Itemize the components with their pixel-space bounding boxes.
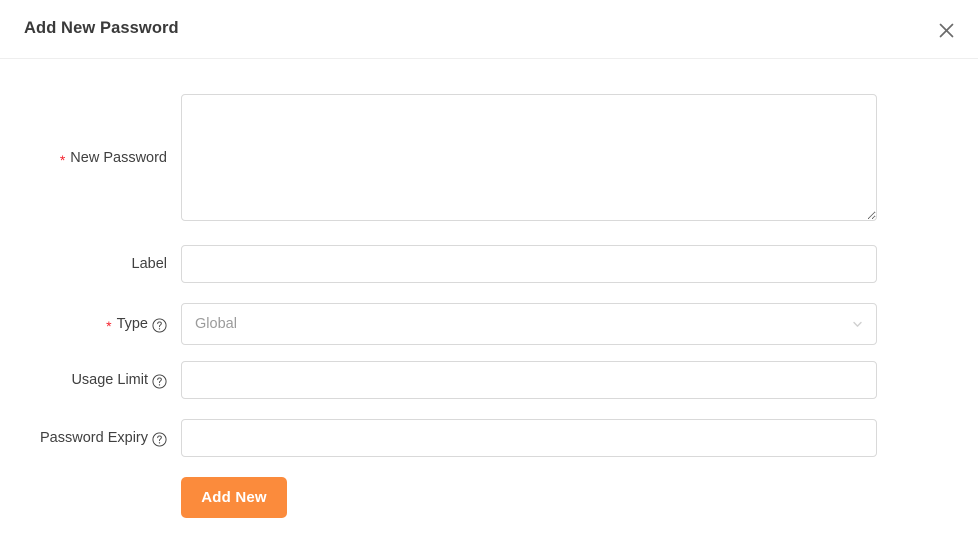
question-circle-icon[interactable] (152, 373, 167, 389)
label-input[interactable] (181, 245, 877, 283)
field-label-text: Password Expiry (40, 430, 148, 446)
field-label-text: Usage Limit (71, 372, 148, 388)
password-expiry-input[interactable] (181, 419, 877, 457)
field-control-wrap (181, 94, 877, 221)
field-label-text: Label (131, 256, 167, 272)
modal-body: * New Password Label * Type Global Usage… (0, 59, 978, 537)
field-control-wrap: Global (181, 303, 877, 345)
form-row-submit: Add New (0, 477, 978, 518)
submit-wrap: Add New (181, 477, 287, 518)
question-circle-icon[interactable] (152, 431, 167, 447)
form-row-usage-limit: Usage Limit (0, 361, 978, 399)
close-button[interactable] (932, 16, 960, 44)
page-title: Add New Password (24, 19, 179, 37)
field-control-wrap (181, 361, 877, 399)
close-icon (938, 22, 955, 39)
field-label-text: Type (116, 316, 148, 332)
field-control-wrap (181, 245, 877, 283)
field-control-wrap (181, 419, 877, 457)
usage-limit-input[interactable] (181, 361, 877, 399)
add-new-password-modal: Add New Password * New Password Label * … (0, 0, 978, 537)
field-label-password-expiry: Password Expiry (0, 419, 167, 457)
form-row-password-expiry: Password Expiry (0, 419, 978, 457)
field-label-usage-limit: Usage Limit (0, 361, 167, 399)
submit-row-spacer (0, 477, 167, 518)
type-select[interactable]: Global (181, 303, 877, 345)
form-row-label: Label (0, 245, 978, 283)
field-label-text: New Password (70, 149, 167, 166)
required-asterisk-icon: * (59, 151, 66, 168)
new-password-textarea[interactable] (181, 94, 877, 221)
form-row-new-password: * New Password (0, 94, 978, 221)
form-row-type: * Type Global (0, 303, 978, 345)
field-label-new-password: * New Password (0, 94, 167, 221)
field-label-type: * Type (0, 303, 167, 345)
add-new-button[interactable]: Add New (181, 477, 287, 518)
modal-header: Add New Password (0, 0, 978, 59)
question-circle-icon[interactable] (152, 317, 167, 333)
required-asterisk-icon: * (106, 318, 112, 334)
chevron-down-icon (851, 318, 864, 331)
type-select-value: Global (195, 316, 237, 332)
field-label-label: Label (0, 245, 167, 283)
